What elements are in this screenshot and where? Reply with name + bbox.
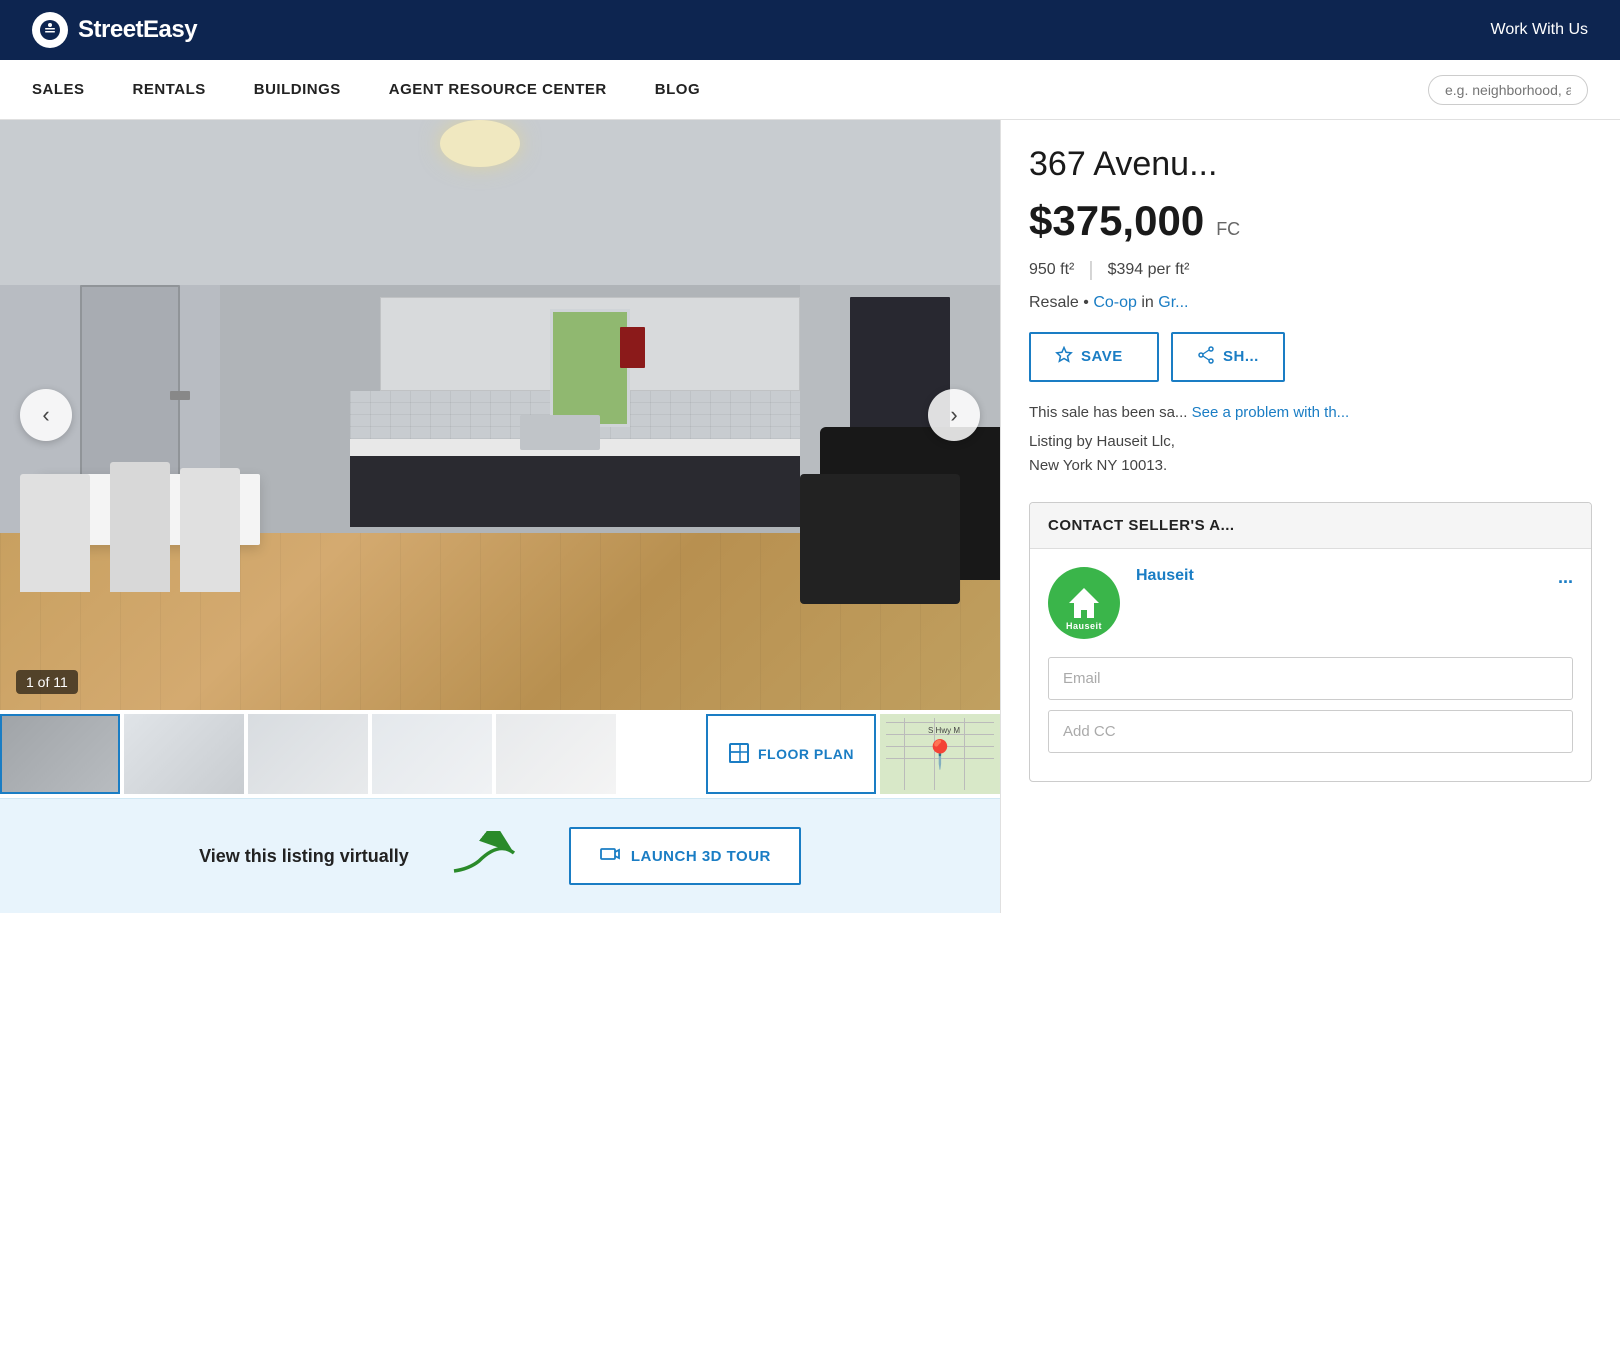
thumbnail-1[interactable]: [0, 714, 120, 794]
launch-3d-tour-button[interactable]: LAUNCH 3D TOUR: [569, 827, 801, 885]
listing-resale: Resale: [1029, 294, 1079, 311]
listing-neighborhood-link[interactable]: Gr...: [1158, 294, 1188, 311]
green-arrow-icon: [449, 831, 529, 881]
map-thumbnail[interactable]: 📍 S Hwy M: [880, 714, 1000, 794]
contact-panel: CONTACT SELLER'S A... Hauseit Hauseit ..…: [1029, 502, 1592, 782]
share-icon: [1197, 346, 1215, 368]
thumbnail-3[interactable]: [248, 714, 368, 794]
main-content: ‹ › 1 of 11: [0, 120, 1620, 913]
stats-row: 950 ft² | $394 per ft²: [1029, 259, 1592, 282]
virtual-tour-text: View this listing virtually: [199, 846, 409, 867]
main-image: ‹ › 1 of 11: [0, 120, 1000, 710]
listing-by-text: Listing by Hauseit Llc,New York NY 10013…: [1029, 430, 1592, 478]
email-input[interactable]: [1048, 657, 1573, 700]
listing-left: ‹ › 1 of 11: [0, 120, 1000, 913]
nav-blog[interactable]: BLOG: [655, 81, 700, 98]
stat-divider: |: [1088, 259, 1093, 282]
thumbnail-4[interactable]: [372, 714, 492, 794]
add-cc-input[interactable]: [1048, 710, 1573, 753]
in-text: in: [1141, 294, 1158, 311]
sqft-stat: 950 ft²: [1029, 261, 1074, 279]
sale-notice: This sale has been sa... See a problem w…: [1029, 402, 1592, 425]
nav-search-input[interactable]: [1428, 75, 1588, 105]
next-image-button[interactable]: ›: [928, 389, 980, 441]
save-button-label: SAVE: [1081, 348, 1123, 365]
image-counter: 1 of 11: [16, 670, 78, 694]
nav-agent-resource[interactable]: AGENT RESOURCE CENTER: [389, 81, 607, 98]
nav-rentals[interactable]: RENTALS: [133, 81, 206, 98]
prev-image-button[interactable]: ‹: [20, 389, 72, 441]
floor-plan-icon: [728, 742, 750, 767]
bullet-separator: •: [1083, 294, 1093, 311]
launch-3d-tour-label: LAUNCH 3D TOUR: [631, 848, 771, 865]
listing-price: $375,000: [1029, 197, 1204, 245]
listing-co-op-link[interactable]: Co-op: [1093, 294, 1137, 311]
contact-body: Hauseit Hauseit ...: [1030, 549, 1591, 657]
3d-tour-icon: [599, 843, 621, 869]
nav-sales[interactable]: SALES: [32, 81, 85, 98]
arrow-container: [449, 831, 529, 881]
nav-buildings[interactable]: BUILDINGS: [254, 81, 341, 98]
floor-plan-label: FLOOR PLAN: [758, 746, 854, 762]
work-with-us-link[interactable]: Work With Us: [1491, 21, 1588, 39]
top-header: StreetEasy Work With Us: [0, 0, 1620, 60]
agent-phone-link[interactable]: ...: [1558, 567, 1573, 639]
listing-type-row: Resale • Co-op in Gr...: [1029, 294, 1592, 312]
price-per-sqft-stat: $394 per ft²: [1108, 261, 1190, 279]
contact-header: CONTACT SELLER'S A...: [1030, 503, 1591, 549]
floor-plan-button[interactable]: FLOOR PLAN: [706, 714, 876, 794]
contact-info: Hauseit: [1136, 567, 1542, 639]
save-button[interactable]: SAVE: [1029, 332, 1159, 382]
share-button[interactable]: SH...: [1171, 332, 1285, 382]
logo-area[interactable]: StreetEasy: [32, 12, 197, 48]
star-icon: [1055, 346, 1073, 368]
problem-link[interactable]: See a problem with th...: [1192, 404, 1350, 421]
property-address: 367 Avenu...: [1029, 144, 1592, 185]
property-photo: [0, 120, 1000, 710]
thumbnail-5[interactable]: [496, 714, 616, 794]
action-buttons: SAVE SH...: [1029, 332, 1592, 382]
streeteasy-logo-icon: [32, 12, 68, 48]
virtual-tour-banner: View this listing virtually: [0, 798, 1000, 913]
contact-fields: [1030, 657, 1591, 781]
map-pin-icon: 📍: [923, 738, 958, 771]
listing-right: 367 Avenu... $375,000 FC 950 ft² | $394 …: [1000, 120, 1620, 913]
price-row: $375,000 FC: [1029, 197, 1592, 245]
thumbnail-strip: FLOOR PLAN 📍 S Hwy M: [0, 710, 1000, 798]
share-button-label: SH...: [1223, 348, 1259, 365]
agent-name-link[interactable]: Hauseit: [1136, 567, 1542, 585]
logo-text: StreetEasy: [78, 16, 197, 44]
price-note: FC: [1216, 219, 1240, 240]
thumbnail-2[interactable]: [124, 714, 244, 794]
hauseit-logo: Hauseit: [1048, 567, 1120, 639]
main-nav: SALES RENTALS BUILDINGS AGENT RESOURCE C…: [0, 60, 1620, 120]
